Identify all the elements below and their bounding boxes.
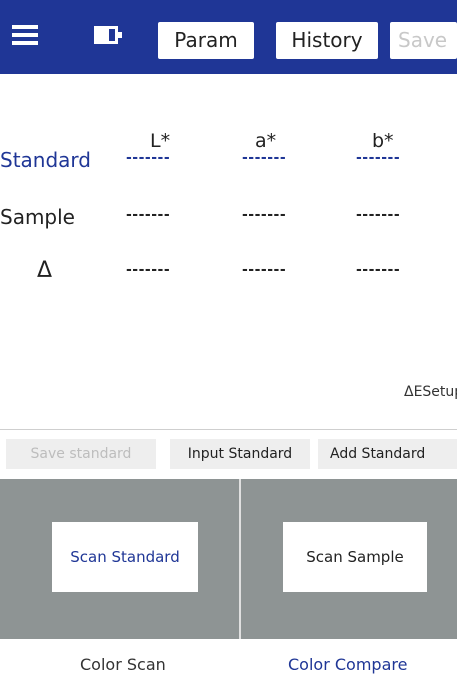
- row-label-standard: Standard: [0, 148, 91, 172]
- save-standard-button[interactable]: Save standard: [6, 439, 156, 469]
- row-label-delta: Δ: [37, 258, 53, 283]
- scan-panel-divider: [239, 479, 241, 639]
- scan-sample-button[interactable]: Scan Sample: [283, 522, 427, 592]
- row-label-sample: Sample: [0, 205, 75, 229]
- divider: [0, 429, 457, 430]
- standard-a-value: -------: [242, 150, 287, 166]
- tab-color-compare[interactable]: Color Compare: [288, 655, 407, 674]
- scan-standard-button[interactable]: Scan Standard: [52, 522, 198, 592]
- standard-b-value: -------: [356, 150, 401, 166]
- history-button[interactable]: History: [276, 22, 378, 59]
- param-button[interactable]: Param: [158, 22, 254, 59]
- delta-a-value: -------: [242, 262, 287, 278]
- delta-e-setup-button[interactable]: ΔESetup: [404, 384, 457, 400]
- tab-color-scan[interactable]: Color Scan: [80, 655, 166, 674]
- battery-icon: [94, 26, 122, 44]
- sample-l-value: -------: [126, 207, 171, 223]
- column-header-l: L*: [150, 130, 171, 152]
- save-button[interactable]: Save: [390, 22, 457, 59]
- sample-b-value: -------: [356, 207, 401, 223]
- column-header-b: b*: [372, 130, 394, 152]
- delta-l-value: -------: [126, 262, 171, 278]
- column-header-a: a*: [255, 130, 277, 152]
- sample-a-value: -------: [242, 207, 287, 223]
- add-standard-button[interactable]: Add Standard: [318, 439, 457, 469]
- input-standard-button[interactable]: Input Standard: [170, 439, 310, 469]
- top-bar: Param History Save: [0, 0, 457, 74]
- delta-b-value: -------: [356, 262, 401, 278]
- standard-l-value: -------: [126, 150, 171, 166]
- menu-icon[interactable]: [12, 25, 38, 45]
